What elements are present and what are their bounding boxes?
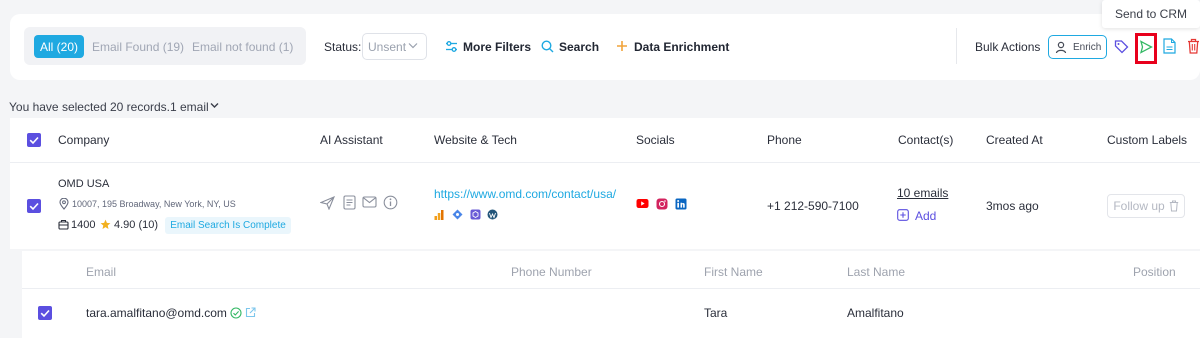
- employee-count: 1400: [71, 219, 96, 231]
- col-socials: Socials: [636, 133, 675, 147]
- external-link-icon[interactable]: [245, 307, 256, 318]
- add-contact-icon[interactable]: [897, 209, 909, 221]
- col-website-tech: Website & Tech: [434, 133, 517, 147]
- email-count-select[interactable]: 1 email: [170, 100, 209, 114]
- document-icon[interactable]: [343, 195, 356, 210]
- col-custom-labels: Custom Labels: [1107, 133, 1188, 147]
- trash-icon[interactable]: [1169, 200, 1179, 212]
- col-phone: Phone: [767, 133, 802, 147]
- col-ai-assistant: AI Assistant: [320, 133, 383, 147]
- tag-icon[interactable]: [1114, 39, 1129, 54]
- col-contacts: Contact(s): [898, 133, 954, 147]
- contact-email[interactable]: tara.amalfitano@omd.com: [86, 306, 227, 320]
- status-value: Unsent: [368, 40, 407, 54]
- email-search-status-badge: Email Search Is Complete: [165, 217, 291, 234]
- plus-icon[interactable]: [616, 40, 628, 52]
- contact-last-name: Amalfitano: [847, 306, 904, 320]
- contact-first-name: Tara: [704, 306, 728, 320]
- verified-check-icon: [230, 307, 242, 319]
- search-button[interactable]: Search: [559, 40, 599, 54]
- contact-row-checkbox[interactable]: [38, 306, 52, 320]
- toolbar-divider: [956, 28, 957, 64]
- company-phone[interactable]: +1 212-590-7100: [767, 199, 859, 213]
- analytics-icon: [434, 209, 444, 220]
- export-file-icon[interactable]: [1163, 38, 1176, 54]
- location-pin-icon: [59, 198, 69, 210]
- company-name[interactable]: OMD USA: [58, 178, 109, 190]
- chevron-down-icon: [408, 42, 418, 49]
- tab-email-not-found[interactable]: Email not found (1): [192, 40, 293, 54]
- contacts-subtable: [22, 251, 1200, 338]
- row-checkbox[interactable]: [27, 199, 41, 213]
- subcol-email: Email: [86, 265, 117, 279]
- selection-summary: You have selected 20 records.: [9, 100, 170, 114]
- rating: 4.90 (10): [114, 219, 159, 231]
- tech-stack-icon: [470, 209, 481, 220]
- filter-sliders-icon[interactable]: [445, 40, 458, 53]
- subcol-position: Position: [1133, 265, 1176, 279]
- website-link[interactable]: https://www.omd.com/contact/usa/: [434, 187, 616, 201]
- subcol-first-name: First Name: [704, 265, 763, 279]
- follow-up-label: Follow up: [1113, 199, 1165, 213]
- instagram-icon[interactable]: [656, 198, 668, 210]
- company-address: 10007, 195 Broadway, New York, NY, US: [72, 199, 236, 209]
- col-created-at: Created At: [986, 133, 1043, 147]
- subcol-phone-number: Phone Number: [511, 265, 592, 279]
- send-to-crm-tooltip: Send to CRM: [1102, 0, 1200, 28]
- mail-icon[interactable]: [362, 196, 377, 208]
- chevron-down-icon[interactable]: [210, 102, 219, 109]
- tab-email-found[interactable]: Email Found (19): [92, 40, 184, 54]
- tag-manager-icon: [452, 209, 463, 220]
- subcol-last-name: Last Name: [847, 265, 906, 279]
- contacts-emails-link[interactable]: 10 emails: [897, 186, 948, 200]
- tab-all[interactable]: All (20): [34, 35, 84, 58]
- enrich-label: Enrich: [1073, 41, 1102, 53]
- col-company: Company: [58, 133, 110, 147]
- user-icon: [1055, 41, 1068, 54]
- building-icon: [58, 219, 69, 230]
- select-all-checkbox[interactable]: [27, 133, 41, 147]
- trash-icon[interactable]: [1187, 38, 1200, 54]
- header-divider: [10, 162, 1200, 163]
- send-message-icon[interactable]: [320, 196, 335, 210]
- bulk-actions-label: Bulk Actions: [975, 40, 1041, 54]
- star-icon: [100, 219, 111, 230]
- send-to-crm-highlight: [1135, 33, 1157, 64]
- info-icon[interactable]: [383, 195, 398, 210]
- follow-up-label-button[interactable]: Follow up: [1107, 194, 1185, 218]
- youtube-icon[interactable]: [636, 198, 649, 209]
- add-contact-button[interactable]: Add: [915, 209, 936, 223]
- linkedin-icon[interactable]: [675, 198, 687, 210]
- enrich-button[interactable]: Enrich: [1048, 35, 1107, 59]
- status-label: Status:: [324, 40, 362, 54]
- search-icon[interactable]: [541, 40, 554, 53]
- data-enrichment-button[interactable]: Data Enrichment: [634, 40, 729, 54]
- created-at: 3mos ago: [986, 199, 1039, 213]
- more-filters-button[interactable]: More Filters: [463, 40, 531, 54]
- wordpress-icon: [487, 209, 498, 220]
- subtable-divider: [22, 288, 1200, 289]
